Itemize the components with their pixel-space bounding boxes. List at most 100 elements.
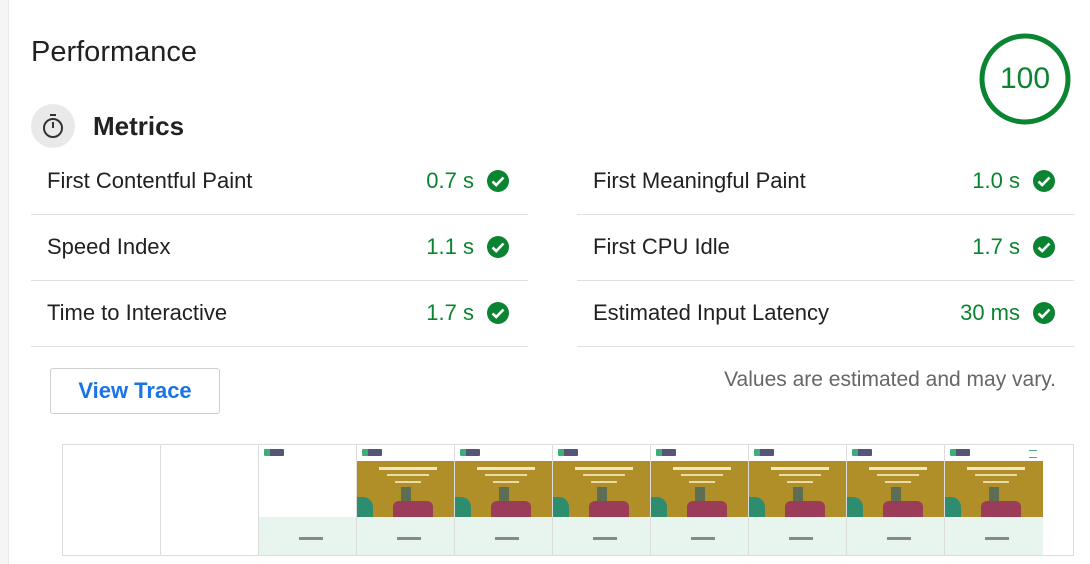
- site-logo: [656, 449, 676, 456]
- metric-label: Time to Interactive: [47, 300, 228, 325]
- hero-text-line: [673, 467, 731, 470]
- hero-text-line: [395, 481, 421, 483]
- score-value: 100: [999, 62, 1051, 95]
- site-logo: [754, 449, 774, 456]
- frame-header: [651, 445, 748, 462]
- footer-text-line: [299, 537, 323, 540]
- frame-footer: [455, 517, 552, 555]
- metric-value: 1.0 s: [972, 168, 1020, 193]
- filmstrip-frame: [357, 445, 455, 555]
- metric-label: First Contentful Paint: [47, 168, 253, 193]
- filmstrip-frame: [945, 445, 1043, 555]
- filmstrip-frame: [455, 445, 553, 555]
- frame-hero: [553, 461, 650, 521]
- metric-label: First CPU Idle: [593, 234, 730, 259]
- frame-header: [553, 445, 650, 462]
- metric-value: 1.7 s: [972, 234, 1020, 259]
- pass-check-icon: [487, 236, 509, 258]
- metric-speed-index: Speed Index 1.1 s: [31, 214, 528, 281]
- hero-plant: [847, 497, 863, 517]
- metric-label: Speed Index: [47, 234, 171, 259]
- hero-text-line: [681, 474, 723, 476]
- category-title: Performance: [31, 36, 198, 68]
- hero-plant: [749, 497, 765, 517]
- hero-text-line: [779, 474, 821, 476]
- frame-footer: [651, 517, 748, 555]
- hamburger-menu-icon: [1029, 450, 1037, 458]
- hero-text-line: [485, 474, 527, 476]
- frame-footer: [553, 517, 650, 555]
- frame-header: [749, 445, 846, 462]
- hero-text-line: [877, 474, 919, 476]
- frame-hero: [455, 461, 552, 521]
- frame-footer: [749, 517, 846, 555]
- footer-text-line: [789, 537, 813, 540]
- pass-check-icon: [487, 302, 509, 324]
- filmstrip-frame: [259, 445, 357, 555]
- metrics-header: Metrics: [31, 104, 184, 148]
- frame-header: [847, 445, 944, 462]
- hero-plant: [651, 497, 667, 517]
- pass-check-icon: [1033, 236, 1055, 258]
- pass-check-icon: [1033, 302, 1055, 324]
- footer-text-line: [397, 537, 421, 540]
- hero-text-line: [379, 467, 437, 470]
- stopwatch-icon: [31, 104, 75, 148]
- frame-hero: [749, 461, 846, 521]
- frame-hero: [651, 461, 748, 521]
- metrics-title: Metrics: [93, 110, 185, 141]
- metric-first-meaningful-paint: First Meaningful Paint 1.0 s: [577, 148, 1074, 215]
- hero-text-line: [967, 467, 1025, 470]
- site-logo: [852, 449, 872, 456]
- frame-footer: [259, 517, 356, 555]
- frame-hero: [945, 461, 1043, 521]
- pass-check-icon: [487, 170, 509, 192]
- filmstrip-frame: [749, 445, 847, 555]
- metric-time-to-interactive: Time to Interactive 1.7 s: [31, 280, 528, 347]
- hero-text-line: [583, 474, 625, 476]
- frame-body-blank: [259, 461, 356, 517]
- hero-text-line: [983, 481, 1009, 483]
- site-logo: [950, 449, 970, 456]
- hero-text-line: [869, 467, 927, 470]
- hero-plant: [945, 497, 961, 517]
- filmstrip: [62, 444, 1074, 556]
- footer-text-line: [593, 537, 617, 540]
- frame-header: [357, 445, 454, 462]
- frame-header: [945, 445, 1043, 462]
- hero-plant: [357, 497, 373, 517]
- metric-label: Estimated Input Latency: [593, 300, 830, 325]
- frame-hero: [357, 461, 454, 521]
- site-logo: [558, 449, 578, 456]
- filmstrip-frame: [847, 445, 945, 555]
- metric-first-cpu-idle: First CPU Idle 1.7 s: [577, 214, 1074, 281]
- footer-text-line: [985, 537, 1009, 540]
- filmstrip-frame: [63, 445, 161, 555]
- left-border: [0, 0, 9, 564]
- pass-check-icon: [1033, 170, 1055, 192]
- hero-text-line: [477, 467, 535, 470]
- site-logo: [460, 449, 480, 456]
- frame-footer: [945, 517, 1043, 555]
- metric-first-contentful-paint: First Contentful Paint 0.7 s: [31, 148, 528, 215]
- hero-text-line: [885, 481, 911, 483]
- estimate-note: Values are estimated and may vary.: [724, 368, 1056, 391]
- filmstrip-frame: [161, 445, 259, 555]
- footer-text-line: [495, 537, 519, 540]
- metric-value: 1.7 s: [426, 300, 474, 325]
- metric-label: First Meaningful Paint: [593, 168, 806, 193]
- hero-text-line: [689, 481, 715, 483]
- filmstrip-frame: [553, 445, 651, 555]
- metric-value: 1.1 s: [426, 234, 474, 259]
- footer-text-line: [887, 537, 911, 540]
- hero-plant: [455, 497, 471, 517]
- hero-plant: [553, 497, 569, 517]
- footer-text-line: [691, 537, 715, 540]
- hero-text-line: [771, 467, 829, 470]
- hero-text-line: [975, 474, 1017, 476]
- metric-value: 0.7 s: [426, 168, 474, 193]
- site-logo: [264, 449, 284, 456]
- hero-text-line: [493, 481, 519, 483]
- view-trace-button[interactable]: View Trace: [50, 368, 220, 414]
- metric-value: 30 ms: [960, 300, 1020, 325]
